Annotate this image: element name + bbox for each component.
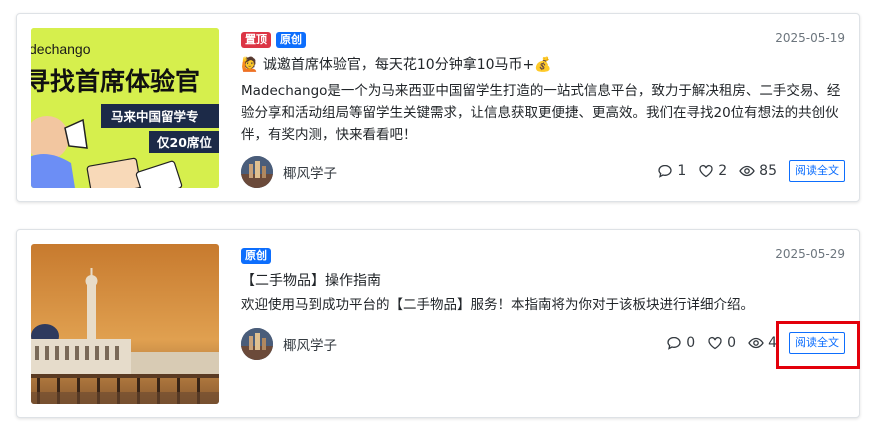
post-date: 2025-05-29 [775,247,845,261]
view-stat: 85 [739,163,777,179]
post-thumbnail[interactable]: dechango 寻找首席体验官 马来中国留学专 仅20席位 [31,28,219,188]
eye-icon [748,337,764,349]
post-author[interactable]: 椰风学子 [241,156,337,188]
badge-group: 原创 [241,248,271,264]
comment-stat[interactable]: 0 [666,335,695,351]
post-title[interactable]: 🙋 诚邀首席体验官，每天花10分钟拿10马币+💰 [241,54,552,74]
read-more-button[interactable]: 阅读全文 [789,160,845,182]
comment-icon [667,336,681,350]
avatar [241,328,273,360]
post-description: Madechango是一个为马来西亚中国留学生打造的一站式信息平台，致力于解决租… [241,83,841,143]
post-author[interactable]: 椰风学子 [241,328,337,360]
post-description: 欢迎使用马到成功平台的【二手物品】服务！本指南将为你对于该板块进行详细介绍。 [241,297,754,313]
post-stats: 1 2 85 阅读全文 [657,160,845,182]
post-card[interactable]: dechango 寻找首席体验官 马来中国留学专 仅20席位 置顶 原创 202… [16,13,860,202]
avatar [241,156,273,188]
comment-stat[interactable]: 1 [657,163,686,179]
like-count: 2 [718,163,728,179]
view-count: 85 [759,163,777,179]
thumb-banner1: 马来中国留学专 [111,109,199,124]
post-date: 2025-05-19 [775,31,845,45]
comment-count: 1 [677,163,687,179]
heart-icon [708,336,722,350]
post-stats: 0 0 4 阅读全文 [666,332,845,354]
comment-count: 0 [686,335,696,351]
badge-group: 置顶 原创 [241,32,306,48]
thumbnail-photo [31,244,219,404]
thumb-brand: dechango [31,41,91,57]
like-count: 0 [727,335,737,351]
original-badge: 原创 [276,32,306,48]
thumbnail-illustration: dechango 寻找首席体验官 马来中国留学专 仅20席位 [31,28,219,188]
like-stat[interactable]: 2 [698,163,727,179]
read-more-button[interactable]: 阅读全文 [789,332,845,354]
thumb-banner2: 仅20席位 [156,135,212,150]
author-name: 椰风学子 [283,338,337,354]
like-stat[interactable]: 0 [707,335,736,351]
view-stat: 4 [748,335,777,351]
eye-icon [739,165,755,177]
thumb-headline: 寻找首席体验官 [31,67,200,96]
post-title[interactable]: 【二手物品】操作指南 [241,270,381,290]
author-name: 椰风学子 [283,166,337,182]
view-count: 4 [768,335,777,351]
heart-icon [699,164,713,178]
pinned-badge: 置顶 [241,32,271,48]
original-badge: 原创 [241,248,271,264]
post-card[interactable]: 原创 2025-05-29 【二手物品】操作指南 欢迎使用马到成功平台的【二手物… [16,229,860,418]
comment-icon [658,164,672,178]
post-thumbnail[interactable] [31,244,219,404]
